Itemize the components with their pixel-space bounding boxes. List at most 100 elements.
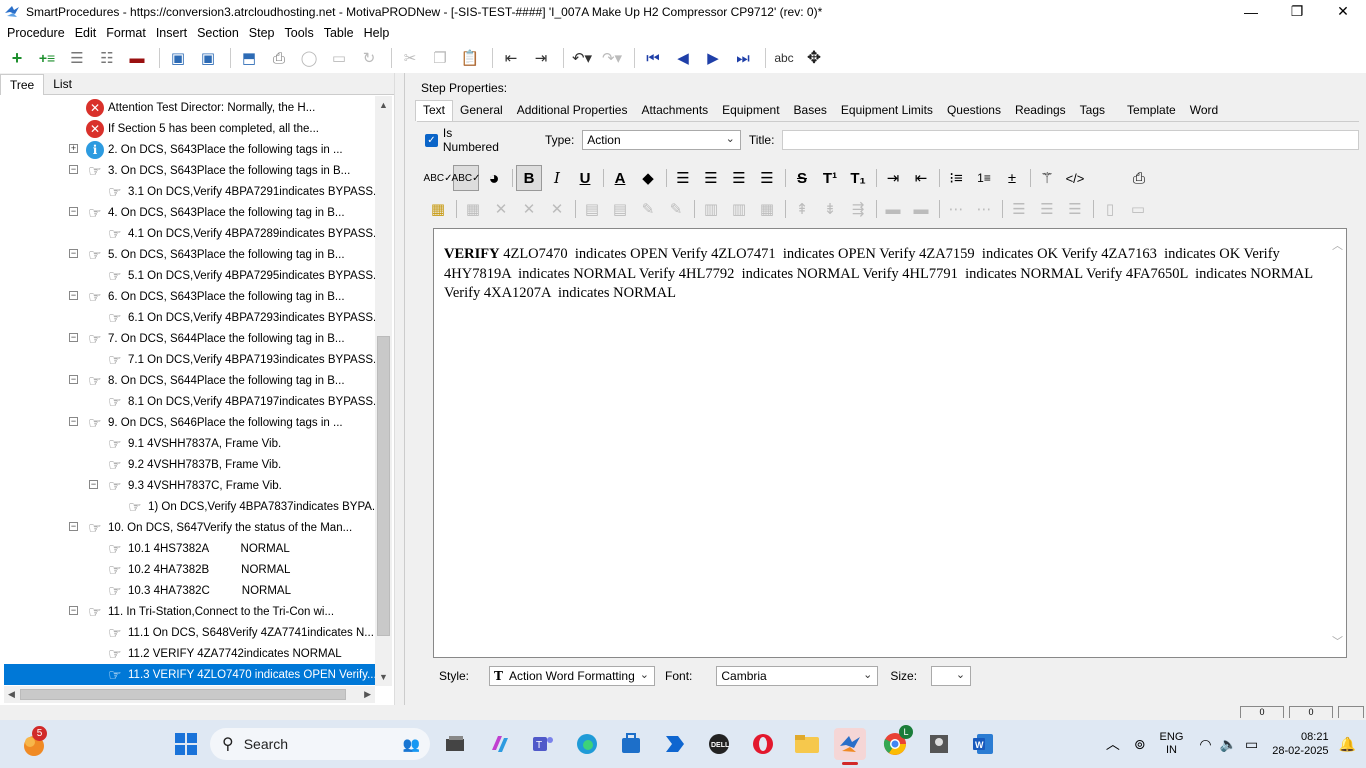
outdent-list-icon[interactable]: ☷ — [94, 45, 120, 71]
tab-template[interactable]: Template — [1120, 101, 1183, 121]
battery-icon[interactable]: ▭ — [1245, 736, 1258, 753]
first-icon[interactable]: ⏮ — [640, 45, 666, 71]
auto-spellcheck-icon[interactable]: ABC✓ — [452, 165, 480, 191]
column-merge-icon[interactable]: ⋯ — [971, 196, 997, 222]
scrollbar-thumb[interactable] — [377, 336, 390, 636]
previous-icon[interactable]: ◀ — [670, 45, 696, 71]
tab-additional-properties[interactable]: Additional Properties — [510, 101, 635, 121]
scrollbar-thumb[interactable] — [20, 689, 346, 700]
save-icon[interactable]: ▣ — [195, 45, 221, 71]
collapse-toggle[interactable]: − — [69, 165, 78, 174]
insert-column-right-icon[interactable]: ▥ — [726, 196, 752, 222]
tree-row[interactable]: − ☞ 3. On DCS, S643Place the following tag… — [4, 160, 375, 181]
outdent-icon[interactable]: ⇤ — [908, 165, 934, 191]
tree-row[interactable]: − ☞ 8. On DCS, S644Place the following tag… — [4, 370, 375, 391]
tab-bases[interactable]: Bases — [787, 101, 834, 121]
table-properties-icon[interactable]: ▦ — [460, 196, 486, 222]
expand-toggle[interactable]: + — [69, 144, 78, 153]
subscript-button[interactable]: T₁ — [845, 165, 871, 191]
merge-rows-icon[interactable]: ▬ — [908, 196, 934, 222]
store-icon[interactable] — [615, 728, 647, 760]
title-input[interactable] — [782, 130, 1359, 150]
tree-row[interactable]: ☞ 8.1 On DCS,Verify 4BPA7197indicates BYP… — [4, 391, 375, 412]
tree-row[interactable]: ☞ 6.1 On DCS,Verify 4BPA7293indicates BYP… — [4, 307, 375, 328]
clock[interactable]: 08:21 28-02-2025 — [1272, 730, 1328, 758]
bullet-list-icon[interactable]: ⁝≡ — [943, 165, 969, 191]
tree-row[interactable]: − ☞ 9. On DCS, S646Place the following tag… — [4, 412, 375, 433]
dell-icon[interactable]: DELL — [703, 728, 735, 760]
redo-special-icon[interactable]: ↻ — [356, 45, 382, 71]
network-status-icon[interactable]: ⊚ — [1134, 736, 1146, 753]
tree-row[interactable]: − ☞ 5. On DCS, S643Place the following tag… — [4, 244, 375, 265]
tree-row[interactable]: − ☞ 11. In Tri-Station,Connect to the Tri-… — [4, 601, 375, 622]
tree-row[interactable]: ☞ 9.2 4VSHH7837B, Frame Vib. — [4, 454, 375, 475]
last-icon[interactable]: ⏭ — [730, 45, 756, 71]
teams-icon[interactable]: T — [527, 728, 559, 760]
menu-step[interactable]: Step — [244, 26, 280, 40]
strikethrough-button[interactable]: S — [789, 165, 815, 191]
remote-desktop-icon[interactable] — [923, 728, 955, 760]
tree-row[interactable]: ✕ Attention Test Director: Normally, the … — [4, 97, 375, 118]
is-numbered-checkbox[interactable]: ✓ — [425, 133, 438, 147]
size-select[interactable]: ⌄ — [931, 666, 972, 686]
tab-readings[interactable]: Readings — [1008, 101, 1073, 121]
numbered-list-icon[interactable]: 1≡ — [971, 165, 997, 191]
align-right-icon[interactable]: ☰ — [726, 165, 752, 191]
tree-row[interactable]: ☞ 3.1 On DCS,Verify 4BPA7291indicates BYP… — [4, 181, 375, 202]
tree-row[interactable]: ☞ 10.3 4HA7382C NORMAL — [4, 580, 375, 601]
copilot-icon[interactable] — [484, 728, 516, 760]
chrome-icon[interactable]: L — [879, 725, 913, 760]
maximize-button[interactable]: ❐ — [1274, 0, 1320, 23]
move-left-icon[interactable]: ⇤ — [498, 45, 524, 71]
valign-middle-icon[interactable]: ☰ — [1034, 196, 1060, 222]
close-button[interactable]: ✕ — [1320, 0, 1366, 23]
next-icon[interactable]: ▶ — [700, 45, 726, 71]
italic-button[interactable]: I — [544, 165, 570, 191]
scroll-up-icon[interactable]: ︿ — [1332, 237, 1343, 253]
tree-row-selected[interactable]: ☞ 11.3 VERIFY 4ZLO7470 indicates OPEN Ver… — [4, 664, 375, 685]
refresh-icon[interactable]: ◯ — [296, 45, 322, 71]
step-text-editor[interactable]: VERIFY 4ZLO7470 indicates OPEN Verify 4Z… — [433, 228, 1347, 658]
menu-tools[interactable]: Tools — [280, 26, 319, 40]
cut-icon[interactable]: ✂ — [397, 45, 423, 71]
tree-row[interactable]: − ☞ 10. On DCS, S647Verify the status of t… — [4, 517, 375, 538]
step-text-content[interactable]: VERIFY 4ZLO7470 indicates OPEN Verify 4Z… — [444, 245, 1324, 304]
fill-color-icon[interactable]: ◆ — [635, 165, 661, 191]
delete-table-icon[interactable]: ✕ — [488, 196, 514, 222]
taskbar-search[interactable]: ⚲ Search 👥 — [210, 728, 430, 760]
row-up-icon[interactable]: ⇞ — [789, 196, 815, 222]
tree-vertical-scrollbar[interactable]: ▲ ▼ — [375, 96, 392, 686]
tree-row[interactable]: ☞ 9.1 4VSHH7837A, Frame Vib. — [4, 433, 375, 454]
indent-list-icon[interactable]: ☰ — [64, 45, 90, 71]
font-select[interactable]: Cambria ⌄ — [716, 666, 879, 686]
delete-row-icon[interactable]: ✕ — [516, 196, 542, 222]
row-down-icon[interactable]: ⇟ — [817, 196, 843, 222]
delete-column-icon[interactable]: ✕ — [544, 196, 570, 222]
minimize-button[interactable]: — — [1228, 0, 1274, 23]
redo-icon[interactable]: ↷▾ — [599, 45, 625, 71]
wifi-icon[interactable]: ◠ — [1199, 736, 1211, 753]
collapse-toggle[interactable]: − — [69, 375, 78, 384]
word-icon[interactable]: W — [967, 728, 999, 760]
tree-row[interactable]: ☞ 11.1 On DCS, S648Verify 4ZA7741indicate… — [4, 622, 375, 643]
type-select[interactable]: Action ⌄ — [582, 130, 741, 150]
view-icon[interactable]: ▭ — [326, 45, 352, 71]
style-select[interactable]: T Action Word Formatting ⌄ — [489, 666, 656, 686]
tab-questions[interactable]: Questions — [940, 101, 1008, 121]
menu-help[interactable]: Help — [359, 26, 395, 40]
column-width-icon[interactable]: ▯ — [1097, 196, 1123, 222]
show-hidden-icons[interactable]: ︿ — [1106, 734, 1120, 754]
volume-icon[interactable]: 🔈 — [1220, 736, 1237, 753]
paste-icon[interactable]: 📋 — [457, 45, 483, 71]
insert-line-icon[interactable]: ± — [999, 165, 1025, 191]
print-icon[interactable]: ⎙ — [266, 45, 292, 71]
menu-insert[interactable]: Insert — [151, 26, 192, 40]
move-icon[interactable]: ✥ — [801, 45, 827, 71]
collapse-toggle[interactable]: − — [69, 333, 78, 342]
add-step-icon[interactable]: + — [4, 45, 30, 71]
cell-edit-icon[interactable]: ✎ — [635, 196, 661, 222]
tab-word[interactable]: Word — [1183, 101, 1225, 121]
superscript-button[interactable]: T¹ — [817, 165, 843, 191]
tab-equipment-limits[interactable]: Equipment Limits — [834, 101, 940, 121]
tree-row[interactable]: − ☞ 7. On DCS, S644Place the following tag… — [4, 328, 375, 349]
